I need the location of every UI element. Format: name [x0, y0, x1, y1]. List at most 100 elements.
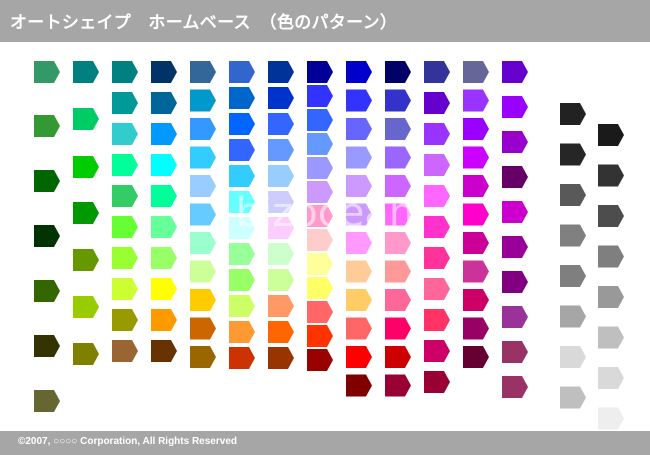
- homeplate-swatch: [268, 165, 294, 187]
- homeplate-swatch: [385, 118, 411, 140]
- homeplate-swatch: [346, 118, 372, 140]
- homeplate-swatch: [385, 61, 411, 83]
- homeplate-swatch: [346, 374, 372, 397]
- homeplate-swatch: [502, 131, 528, 153]
- homeplate-swatch: [502, 166, 528, 188]
- homeplate-swatch: [307, 181, 333, 203]
- homeplate-swatch: [502, 376, 528, 398]
- homeplate-swatch: [307, 301, 333, 323]
- homeplate-swatch: [385, 203, 411, 226]
- homeplate-swatch: [346, 61, 372, 83]
- homeplate-swatch: [151, 92, 177, 114]
- homeplate-swatch: [463, 203, 489, 226]
- homeplate-swatch: [463, 260, 489, 283]
- copyright-text: ©2007, ○○○○ Corporation, All Rights Rese…: [18, 436, 237, 447]
- homeplate-swatch: [424, 278, 450, 300]
- homeplate-swatch: [307, 133, 333, 155]
- homeplate-swatch: [268, 87, 294, 109]
- homeplate-swatch: [229, 165, 255, 187]
- homeplate-swatch: [34, 280, 60, 302]
- homeplate-swatch: [190, 346, 216, 368]
- homeplate-swatch: [598, 164, 624, 187]
- homeplate-swatch: [151, 340, 177, 362]
- homeplate-swatch: [307, 229, 333, 251]
- homeplate-swatch: [346, 289, 372, 311]
- homeplate-swatch: [307, 253, 333, 275]
- homeplate-swatch: [190, 260, 216, 283]
- homeplate-swatch: [424, 340, 450, 362]
- homeplate-swatch: [229, 321, 255, 343]
- homeplate-swatch: [112, 216, 138, 238]
- homeplate-swatch: [34, 225, 60, 247]
- homeplate-swatch: [268, 321, 294, 343]
- homeplate-swatch: [190, 289, 216, 311]
- homeplate-swatch: [112, 247, 138, 269]
- homeplate-swatch: [151, 216, 177, 238]
- homeplate-swatch: [463, 61, 489, 83]
- homeplate-swatch: [424, 61, 450, 83]
- homeplate-swatch: [560, 103, 586, 125]
- homeplate-swatch: [112, 123, 138, 145]
- homeplate-swatch: [229, 87, 255, 109]
- homeplate-swatch: [424, 92, 450, 114]
- homeplate-swatch: [463, 317, 489, 340]
- homeplate-swatch: [268, 347, 294, 369]
- homeplate-swatch: [463, 289, 489, 311]
- homeplate-swatch: [34, 61, 60, 83]
- homeplate-swatch: [307, 85, 333, 107]
- homeplate-swatch: [307, 157, 333, 179]
- homeplate-swatch: [268, 295, 294, 317]
- homeplate-swatch: [560, 143, 586, 166]
- homeplate-swatch: [112, 92, 138, 114]
- homeplate-swatch: [424, 247, 450, 269]
- homeplate-swatch: [424, 123, 450, 145]
- homeplate-swatch: [151, 309, 177, 331]
- homeplate-swatch: [268, 61, 294, 83]
- homeplate-swatch: [151, 278, 177, 300]
- homeplate-swatch: [73, 249, 99, 271]
- homeplate-swatch: [229, 61, 255, 83]
- homeplate-swatch: [307, 61, 333, 83]
- homeplate-swatch: [229, 217, 255, 239]
- homeplate-swatch: [229, 113, 255, 135]
- homeplate-swatch: [346, 232, 372, 254]
- homeplate-swatch: [307, 109, 333, 131]
- homeplate-swatch: [34, 170, 60, 192]
- homeplate-swatch: [73, 296, 99, 318]
- homeplate-swatch: [190, 146, 216, 169]
- homeplate-swatch: [229, 243, 255, 265]
- homeplate-swatch: [560, 305, 586, 328]
- homeplate-swatch: [502, 306, 528, 328]
- footer-bar: ©2007, ○○○○ Corporation, All Rights Rese…: [0, 431, 650, 455]
- homeplate-swatch: [385, 289, 411, 311]
- homeplate-swatch: [560, 346, 586, 368]
- homeplate-swatch: [346, 203, 372, 226]
- homeplate-swatch: [385, 317, 411, 340]
- homeplate-swatch: [151, 61, 177, 83]
- homeplate-swatch: [268, 269, 294, 291]
- homeplate-swatch: [463, 346, 489, 368]
- homeplate-swatch: [463, 89, 489, 112]
- homeplate-swatch: [385, 175, 411, 197]
- homeplate-swatch: [560, 265, 586, 287]
- homeplate-swatch: [229, 139, 255, 161]
- homeplate-swatch: [424, 154, 450, 176]
- homeplate-swatch: [385, 346, 411, 368]
- homeplate-swatch: [112, 185, 138, 207]
- homeplate-swatch: [151, 123, 177, 145]
- homeplate-swatch: [190, 89, 216, 112]
- homeplate-swatch: [598, 407, 624, 430]
- homeplate-swatch: [502, 341, 528, 363]
- homeplate-swatch: [112, 278, 138, 300]
- homeplate-swatch: [190, 118, 216, 140]
- homeplate-swatch: [463, 146, 489, 169]
- homeplate-swatch: [34, 335, 60, 357]
- homeplate-swatch: [229, 347, 255, 369]
- homeplate-swatch: [502, 201, 528, 223]
- homeplate-swatch: [598, 205, 624, 227]
- homeplate-swatch: [463, 175, 489, 197]
- homeplate-swatch: [385, 89, 411, 112]
- homeplate-swatch: [151, 185, 177, 207]
- homeplate-swatch: [598, 367, 624, 389]
- homeplate-swatch: [502, 96, 528, 118]
